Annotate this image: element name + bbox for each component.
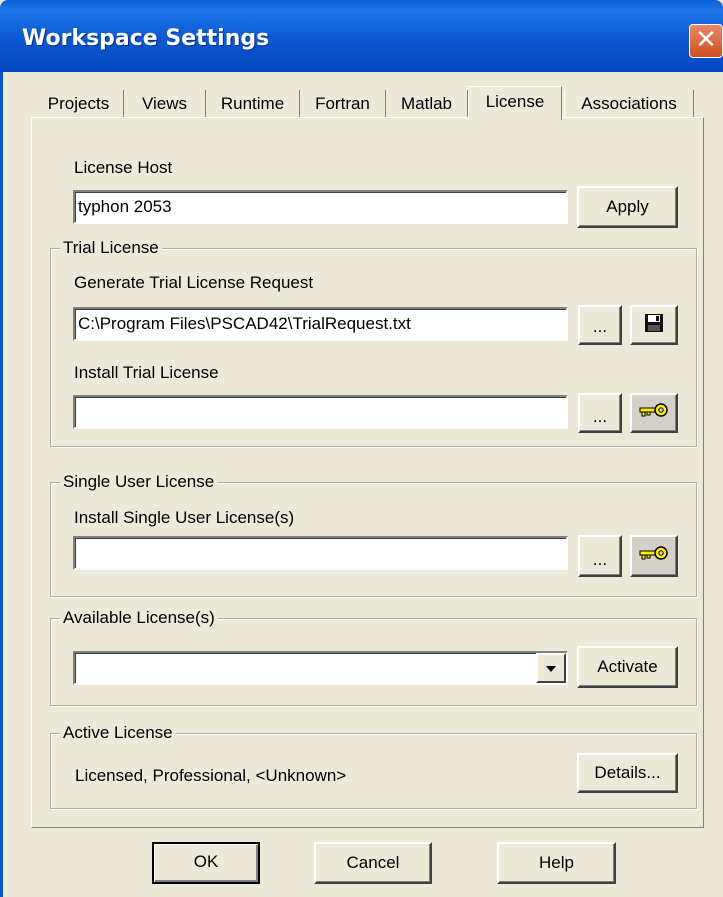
close-button[interactable]: ✕ bbox=[689, 24, 723, 58]
tab-associations[interactable]: Associations bbox=[564, 90, 694, 118]
tab-fortran[interactable]: Fortran bbox=[300, 90, 386, 118]
title-bar: Workspace Settings ✕ bbox=[0, 0, 723, 72]
trial-license-path-input[interactable] bbox=[73, 395, 568, 429]
apply-button[interactable]: Apply bbox=[577, 186, 678, 228]
install-trial-license-button[interactable] bbox=[630, 393, 678, 433]
license-host-input[interactable]: typhon 2053 bbox=[73, 190, 568, 224]
license-host-label: License Host bbox=[74, 158, 173, 177]
install-trial-license-label: Install Trial License bbox=[74, 363, 219, 382]
tab-matlab[interactable]: Matlab bbox=[386, 90, 468, 118]
window-title: Workspace Settings bbox=[22, 26, 270, 51]
browse-trial-request-button[interactable]: ... bbox=[578, 305, 622, 345]
cancel-button[interactable]: Cancel bbox=[314, 842, 432, 884]
single-user-license-path-input[interactable] bbox=[73, 536, 568, 570]
active-license-status: Licensed, Professional, <Unknown> bbox=[75, 766, 347, 785]
browse-trial-license-button[interactable]: ... bbox=[578, 393, 622, 433]
browse-single-user-license-button[interactable]: ... bbox=[578, 535, 622, 577]
activate-button[interactable]: Activate bbox=[577, 646, 678, 688]
available-licenses-legend: Available License(s) bbox=[60, 608, 218, 628]
install-single-user-license-label: Install Single User License(s) bbox=[74, 508, 295, 527]
save-trial-request-button[interactable] bbox=[630, 305, 678, 345]
tab-views[interactable]: Views bbox=[124, 90, 206, 118]
trial-request-path-input[interactable]: C:\Program Files\PSCAD42\TrialRequest.tx… bbox=[73, 307, 568, 341]
ok-button[interactable]: OK bbox=[152, 842, 260, 884]
details-button[interactable]: Details... bbox=[577, 753, 678, 793]
tab-projects[interactable]: Projects bbox=[34, 90, 124, 118]
generate-trial-request-label: Generate Trial License Request bbox=[74, 273, 314, 292]
available-licenses-select[interactable] bbox=[73, 651, 568, 685]
chevron-down-icon bbox=[545, 658, 557, 678]
help-button[interactable]: Help bbox=[497, 842, 616, 884]
tab-runtime[interactable]: Runtime bbox=[206, 90, 300, 118]
key-icon bbox=[639, 545, 669, 567]
active-license-legend: Active License bbox=[60, 723, 176, 743]
trial-license-legend: Trial License bbox=[60, 238, 162, 258]
tab-license[interactable]: License bbox=[468, 86, 562, 120]
floppy-disk-icon bbox=[644, 313, 664, 338]
single-user-license-legend: Single User License bbox=[60, 472, 218, 492]
key-icon bbox=[639, 402, 669, 424]
available-licenses-dropdown-button[interactable] bbox=[536, 653, 566, 683]
install-single-user-license-button[interactable] bbox=[630, 535, 678, 577]
close-icon: ✕ bbox=[695, 25, 717, 55]
window-frame-left bbox=[0, 72, 3, 897]
